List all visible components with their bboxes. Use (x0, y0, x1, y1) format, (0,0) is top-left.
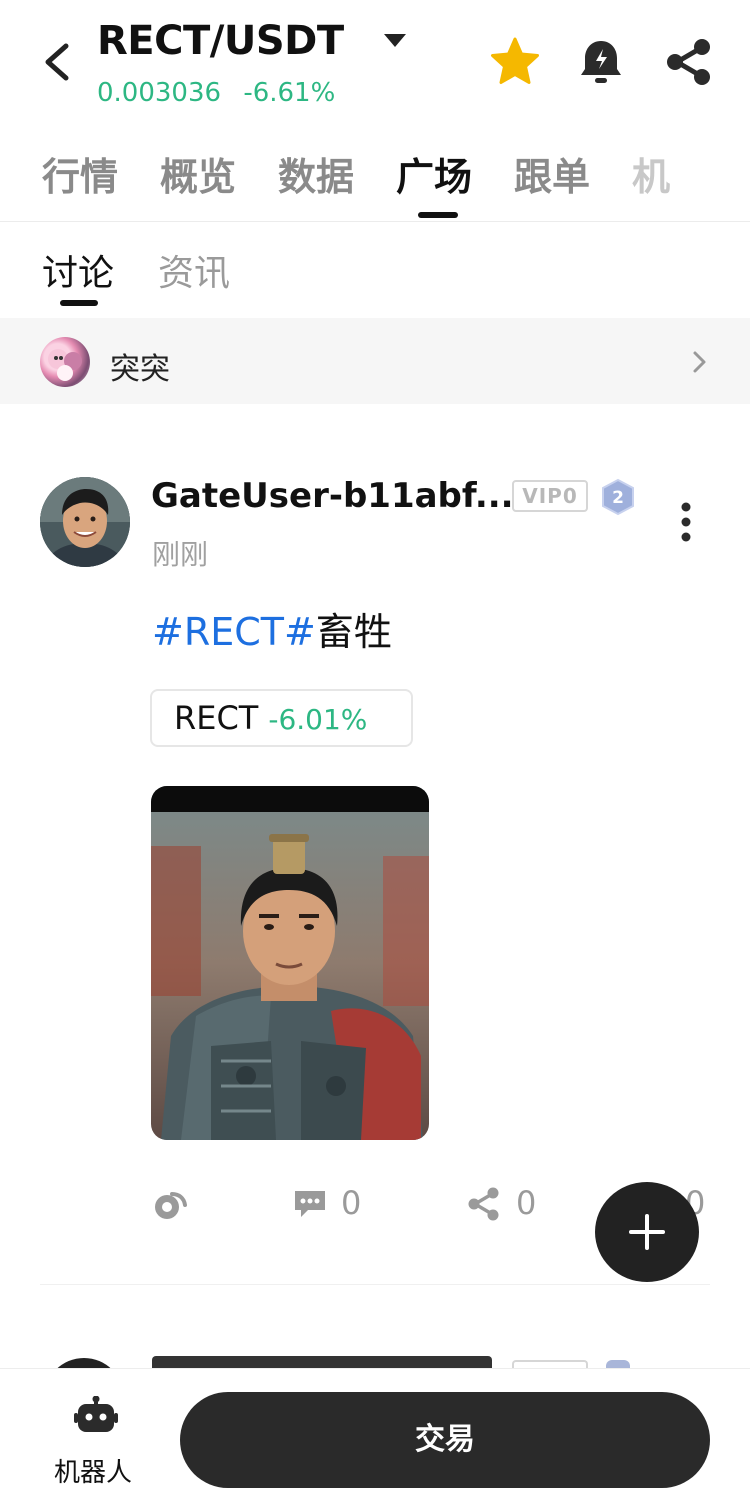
last-price: 0.003036 (97, 78, 222, 108)
divider (40, 1284, 710, 1285)
post-username[interactable]: GateUser-b11abf... (151, 476, 514, 516)
comment-icon (295, 1191, 325, 1217)
bot-label[interactable]: 机器人 (54, 1452, 132, 1489)
back-button[interactable] (36, 38, 80, 86)
tab-copy-trading[interactable]: 跟单 (514, 146, 632, 222)
pair-title[interactable]: RECT/USDT (97, 18, 344, 64)
repost-icon (155, 1192, 187, 1219)
bell-alert-icon (581, 41, 621, 83)
sub-tab-discussion[interactable]: 讨论 (42, 244, 114, 306)
hashtag-link[interactable]: #RECT# (152, 610, 316, 654)
repost-button[interactable] (152, 1188, 188, 1222)
share-icon (667, 39, 710, 85)
divider (0, 221, 750, 222)
share-count: 0 (516, 1184, 537, 1222)
coin-chip-name: RECT (174, 699, 259, 737)
tab-market[interactable]: 行情 (42, 146, 160, 222)
post-time: 刚刚 (152, 538, 209, 571)
tab-data[interactable]: 数据 (278, 146, 396, 222)
coin-chip[interactable]: RECT -6.01% (150, 689, 413, 747)
post-image[interactable] (151, 786, 429, 1140)
post-text: 畜牲 (315, 610, 392, 654)
share-button[interactable] (664, 36, 714, 88)
price-row: 0.003036 -6.61% (97, 78, 335, 108)
trade-button[interactable]: 交易 (180, 1392, 710, 1488)
level-number: 2 (612, 488, 624, 508)
sub-tab-news[interactable]: 资讯 (158, 244, 230, 296)
level-badge: 2 (600, 478, 636, 516)
price-alert-button[interactable] (576, 36, 626, 88)
vip-badge: VIP0 (512, 480, 588, 512)
price-change: -6.61% (243, 78, 336, 108)
post-share-button[interactable] (466, 1186, 500, 1222)
topic-avatar (40, 337, 90, 387)
more-vertical-icon (681, 502, 691, 542)
tab-bot[interactable]: 机 (632, 146, 750, 222)
robot-icon[interactable] (74, 1395, 118, 1436)
comment-count: 0 (341, 1184, 362, 1222)
caret-down-icon[interactable] (384, 34, 406, 47)
avatar[interactable] (40, 477, 130, 567)
share-icon (468, 1187, 499, 1221)
chevron-left-icon (45, 43, 69, 81)
chevron-right-icon[interactable] (690, 348, 710, 376)
favorite-button[interactable] (488, 36, 542, 88)
coin-chip-change: -6.01% (268, 703, 368, 736)
comment-button[interactable] (292, 1188, 328, 1220)
plus-icon-vertical (645, 1214, 649, 1250)
tab-overview[interactable]: 概览 (160, 146, 278, 222)
star-icon (491, 37, 539, 84)
tab-square[interactable]: 广场 (396, 146, 514, 222)
topic-label: 突突 (110, 352, 170, 387)
more-options-button[interactable] (672, 500, 700, 544)
main-tab-bar: 行情 概览 数据 广场 跟单 机 (0, 146, 750, 222)
post-content: #RECT#畜牲 (152, 601, 392, 656)
